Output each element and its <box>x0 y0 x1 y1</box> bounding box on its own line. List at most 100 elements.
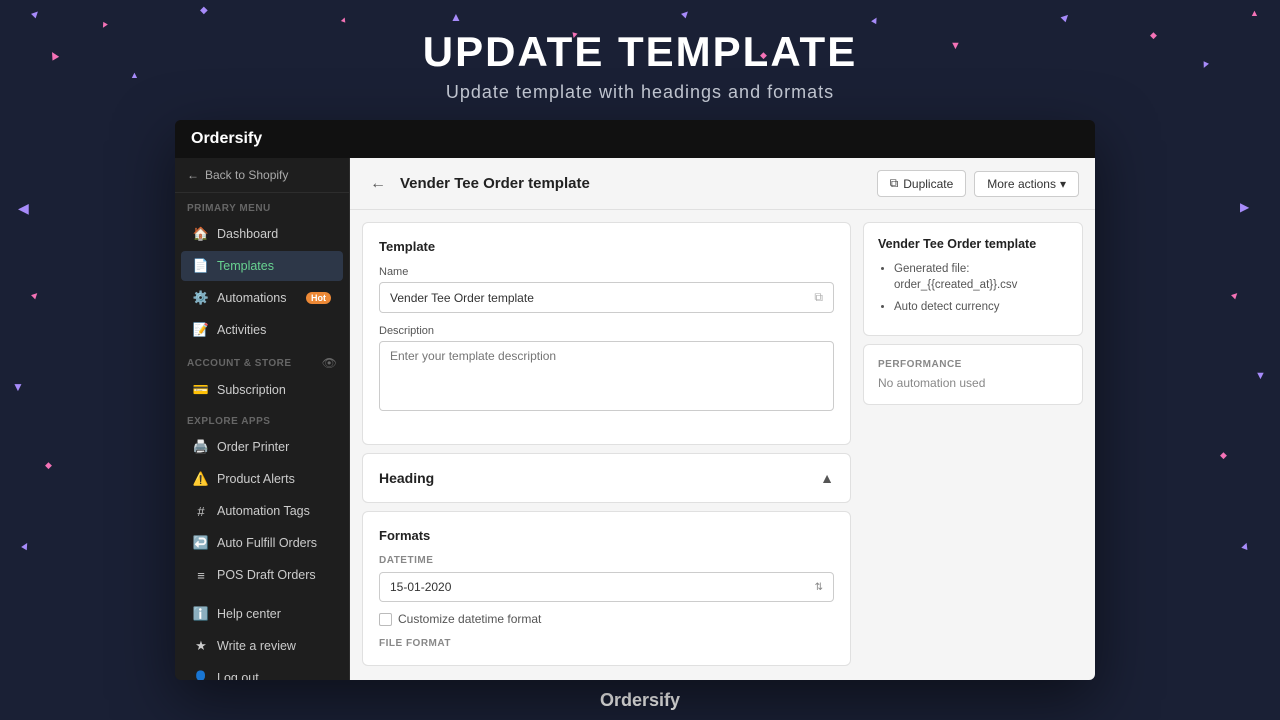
name-label: Name <box>379 266 834 278</box>
content-header: ← Vender Tee Order template ⧉ Duplicate … <box>350 158 1095 210</box>
duplicate-icon: ⧉ <box>890 176 899 191</box>
sidebar-item-automations[interactable]: ⚙️ Automations Hot <box>181 283 343 313</box>
sidebar-item-order-printer[interactable]: 🖨️ Order Printer <box>181 432 343 462</box>
performance-label: PERFORMANCE <box>878 359 1068 370</box>
activities-icon: 📝 <box>193 322 209 338</box>
app-window: Ordersify ← Back to Shopify PRIMARY MENU… <box>175 120 1095 680</box>
datetime-select[interactable]: 15-01-2020 ⇅ <box>379 572 834 602</box>
sidebar-item-dashboard[interactable]: 🏠 Dashboard <box>181 219 343 249</box>
info-list-item: Auto detect currency <box>894 299 1068 315</box>
back-to-shopify-label: Back to Shopify <box>205 168 288 182</box>
datetime-label: DATETIME <box>379 555 834 566</box>
description-label: Description <box>379 325 834 337</box>
app-header: Ordersify <box>175 120 1095 158</box>
back-to-shopify[interactable]: ← Back to Shopify <box>175 158 349 193</box>
app-logo: Ordersify <box>191 130 262 148</box>
sidebar-item-label: Log out <box>217 671 259 680</box>
sidebar-item-label: Activities <box>217 323 266 337</box>
more-actions-label: More actions <box>987 177 1056 191</box>
content-body: Template Name Vender Tee Order template … <box>350 210 1095 680</box>
info-list: Generated file: order_{{created_at}}.csv… <box>878 261 1068 315</box>
sidebar-item-label: Automation Tags <box>217 504 310 518</box>
auto-fulfill-icon: ↩️ <box>193 535 209 551</box>
hero-title: UPDATE TEMPLATE <box>423 28 857 76</box>
hero-banner: UPDATE TEMPLATE Update template with hea… <box>0 0 1280 130</box>
app-body: ← Back to Shopify PRIMARY MENU 🏠 Dashboa… <box>175 158 1095 680</box>
sidebar-item-product-alerts[interactable]: ⚠️ Product Alerts <box>181 464 343 494</box>
hero-subtitle: Update template with headings and format… <box>446 82 834 103</box>
eye-icon[interactable]: 👁 <box>322 356 337 370</box>
automations-badge: Hot <box>306 292 331 304</box>
name-input-value: Vender Tee Order template <box>390 291 534 305</box>
page-title: Vender Tee Order template <box>400 175 590 192</box>
star-icon: ★ <box>193 638 209 654</box>
automation-tags-icon: # <box>193 503 209 519</box>
performance-value: No automation used <box>878 376 1068 390</box>
pos-draft-icon: ≡ <box>193 567 209 583</box>
automations-icon: ⚙️ <box>193 290 209 306</box>
customize-datetime-checkbox[interactable] <box>379 613 392 626</box>
sidebar-item-label: POS Draft Orders <box>217 568 316 582</box>
logout-icon: 👤 <box>193 670 209 680</box>
content-header-left: ← Vender Tee Order template <box>366 172 590 196</box>
product-alerts-icon: ⚠️ <box>193 471 209 487</box>
sidebar-item-label: Write a review <box>217 639 296 653</box>
content-right: Vender Tee Order template Generated file… <box>863 222 1083 668</box>
templates-icon: 📄 <box>193 258 209 274</box>
duplicate-label: Duplicate <box>903 177 953 191</box>
sidebar-item-automation-tags[interactable]: # Automation Tags <box>181 496 343 526</box>
subscription-icon: 💳 <box>193 382 209 398</box>
name-input[interactable]: Vender Tee Order template ⧉ <box>379 282 834 313</box>
sidebar-item-auto-fulfill[interactable]: ↩️ Auto Fulfill Orders <box>181 528 343 558</box>
more-actions-button[interactable]: More actions ▾ <box>974 171 1079 197</box>
back-arrow-icon: ← <box>187 168 199 182</box>
info-card: Vender Tee Order template Generated file… <box>863 222 1083 336</box>
help-icon: ℹ️ <box>193 606 209 622</box>
explore-apps-label: EXPLORE APPS <box>175 406 349 431</box>
sidebar-item-templates[interactable]: 📄 Templates <box>181 251 343 281</box>
formats-card: Formats DATETIME 15-01-2020 ⇅ Customize … <box>362 511 851 666</box>
duplicate-button[interactable]: ⧉ Duplicate <box>877 170 967 197</box>
sidebar-item-label: Auto Fulfill Orders <box>217 536 317 550</box>
sidebar-item-label: Automations <box>217 291 286 305</box>
primary-menu-label: PRIMARY MENU <box>175 193 349 218</box>
sidebar-item-label: Subscription <box>217 383 286 397</box>
template-card-title: Template <box>379 239 834 254</box>
heading-section[interactable]: Heading ▲ <box>362 453 851 503</box>
customize-datetime-row: Customize datetime format <box>379 612 834 626</box>
customize-datetime-label: Customize datetime format <box>398 612 541 626</box>
sidebar-item-label: Templates <box>217 259 274 273</box>
info-list-item: Generated file: order_{{created_at}}.csv <box>894 261 1068 293</box>
sidebar-item-pos-draft[interactable]: ≡ POS Draft Orders <box>181 560 343 590</box>
footer: Ordersify <box>0 680 1280 720</box>
sidebar-item-label: Dashboard <box>217 227 278 241</box>
file-format-label: FILE FORMAT <box>379 638 834 649</box>
description-textarea[interactable] <box>379 341 834 411</box>
footer-brand: Ordersify <box>600 690 680 711</box>
chevron-up-icon: ▲ <box>820 470 834 486</box>
sidebar-item-write-review[interactable]: ★ Write a review <box>181 631 343 661</box>
dashboard-icon: 🏠 <box>193 226 209 242</box>
sidebar-item-label: Product Alerts <box>217 472 295 486</box>
copy-icon[interactable]: ⧉ <box>814 290 823 305</box>
account-store-section: ACCOUNT & STORE 👁 <box>175 346 349 374</box>
sidebar-item-log-out[interactable]: 👤 Log out <box>181 663 343 680</box>
description-field: Description <box>379 325 834 416</box>
template-card: Template Name Vender Tee Order template … <box>362 222 851 445</box>
datetime-value: 15-01-2020 <box>390 580 451 594</box>
sidebar: ← Back to Shopify PRIMARY MENU 🏠 Dashboa… <box>175 158 350 680</box>
sidebar-item-help-center[interactable]: ℹ️ Help center <box>181 599 343 629</box>
account-store-label: ACCOUNT & STORE <box>187 358 292 369</box>
formats-title: Formats <box>379 528 834 543</box>
sidebar-item-activities[interactable]: 📝 Activities <box>181 315 343 345</box>
content-back-arrow[interactable]: ← <box>366 172 390 196</box>
content-header-right: ⧉ Duplicate More actions ▾ <box>877 170 1079 197</box>
sidebar-item-subscription[interactable]: 💳 Subscription <box>181 375 343 405</box>
performance-card: PERFORMANCE No automation used <box>863 344 1083 405</box>
content-left: Template Name Vender Tee Order template … <box>362 222 851 668</box>
main-content: ← Vender Tee Order template ⧉ Duplicate … <box>350 158 1095 680</box>
select-arrows-icon: ⇅ <box>815 582 823 593</box>
chevron-down-icon: ▾ <box>1060 177 1066 191</box>
sidebar-item-label: Help center <box>217 607 281 621</box>
sidebar-item-label: Order Printer <box>217 440 289 454</box>
